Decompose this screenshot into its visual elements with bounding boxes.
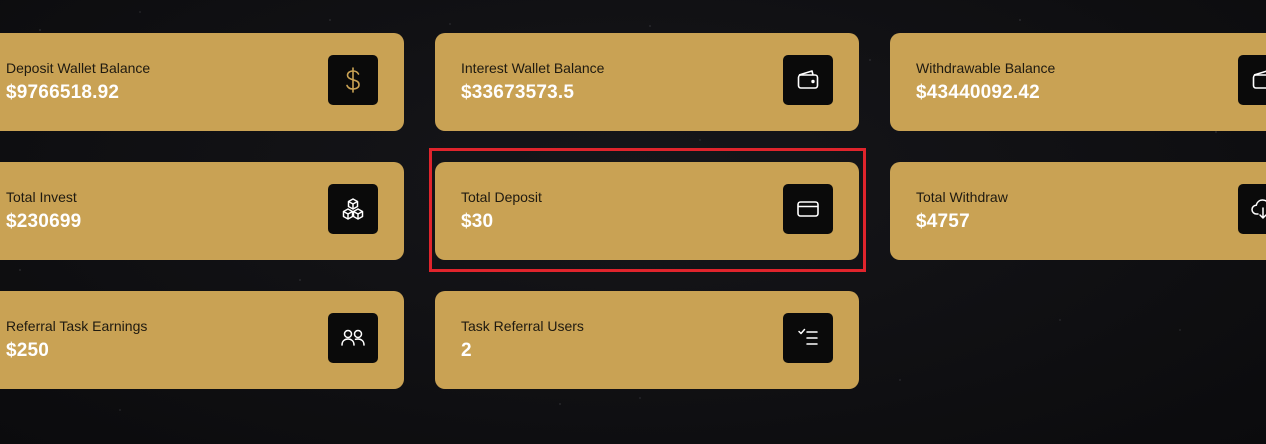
dashboard-stage: Deposit Wallet Balance $9766518.92 Inter…: [0, 0, 1266, 444]
card-label: Deposit Wallet Balance: [6, 60, 151, 76]
card-label: Referral Task Earnings: [6, 318, 148, 334]
wallet-icon: [1238, 55, 1266, 105]
card-value: $4757: [916, 211, 970, 232]
card-interest-wallet-balance[interactable]: Interest Wallet Balance $33673573.5: [435, 33, 859, 131]
card-total-withdraw[interactable]: Total Withdraw $4757: [890, 162, 1266, 260]
card-value: $250: [6, 340, 50, 361]
dollar-icon: [328, 55, 378, 105]
card-value: 2: [461, 340, 472, 361]
card-label: Total Deposit: [461, 189, 542, 205]
cloud-download-icon: [1238, 184, 1266, 234]
card-value: $30: [461, 211, 494, 232]
card-value: $9766518.92: [6, 82, 120, 103]
card-label: Total Invest: [6, 189, 77, 205]
credit-card-icon: [783, 184, 833, 234]
cubes-icon: [328, 184, 378, 234]
users-icon: [328, 313, 378, 363]
card-label: Total Withdraw: [916, 189, 1008, 205]
card-total-invest[interactable]: Total Invest $230699: [0, 162, 404, 260]
card-value: $230699: [6, 211, 82, 232]
card-total-deposit[interactable]: Total Deposit $30: [435, 162, 859, 260]
card-label: Task Referral Users: [461, 318, 584, 334]
card-label: Withdrawable Balance: [916, 60, 1056, 76]
wallet-icon: [783, 55, 833, 105]
card-value: $43440092.42: [916, 82, 1040, 103]
card-value: $33673573.5: [461, 82, 575, 103]
card-withdrawable-balance[interactable]: Withdrawable Balance $43440092.42: [890, 33, 1266, 131]
checklist-icon: [783, 313, 833, 363]
card-referral-task-earnings[interactable]: Referral Task Earnings $250: [0, 291, 404, 389]
card-label: Interest Wallet Balance: [461, 60, 605, 76]
card-deposit-wallet-balance[interactable]: Deposit Wallet Balance $9766518.92: [0, 33, 404, 131]
card-task-referral-users[interactable]: Task Referral Users 2: [435, 291, 859, 389]
